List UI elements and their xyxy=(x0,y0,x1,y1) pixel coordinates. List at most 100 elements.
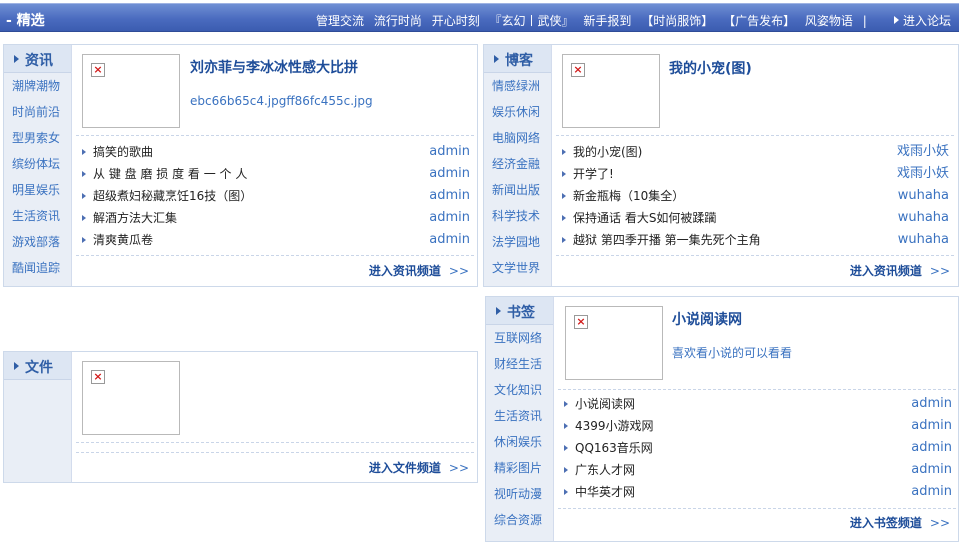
category-link[interactable]: 财经生活 xyxy=(486,351,553,377)
forum-link[interactable]: 【广告发布】 xyxy=(723,14,795,28)
arrow-right-icon xyxy=(893,16,899,24)
category-link[interactable]: 文化知识 xyxy=(486,377,553,403)
list-item[interactable]: 解酒方法大汇集 admin xyxy=(82,207,470,229)
item-author[interactable]: 戏雨小妖 xyxy=(897,163,949,185)
forum-link[interactable]: 『玄幻丨武侠』 xyxy=(490,14,574,28)
blog-sidebar: 博客 情感绿洲 娱乐休闲 电脑网络 经济金融 新闻出版 科学技术 法学园地 文学… xyxy=(484,45,552,286)
item-author[interactable]: admin xyxy=(429,207,470,229)
category-link[interactable]: 科学技术 xyxy=(484,203,551,229)
item-author[interactable]: 戏雨小妖 xyxy=(897,141,949,163)
category-link[interactable]: 酷闻追踪 xyxy=(4,255,71,281)
category-link[interactable]: 经济金融 xyxy=(484,151,551,177)
list-item[interactable]: 小说阅读网 admin xyxy=(564,393,952,415)
category-link[interactable]: 综合资源 xyxy=(486,507,553,533)
arrow-right-icon xyxy=(496,307,501,315)
bookmarks-heading-label: 书签 xyxy=(507,305,535,321)
list-item[interactable]: 4399小游戏网 admin xyxy=(564,415,952,437)
category-link[interactable]: 情感绿洲 xyxy=(484,73,551,99)
enter-forum-link[interactable]: 进入论坛 xyxy=(893,12,951,29)
more-link[interactable]: 进入文件频道 >> xyxy=(369,459,469,476)
headline-link[interactable]: 我的小宠(图) xyxy=(669,58,752,78)
category-link[interactable]: 互联网络 xyxy=(486,325,553,351)
list-item[interactable]: 超级煮妇秘藏烹饪16技（图） admin xyxy=(82,185,470,207)
list-item[interactable]: 搞笑的歌曲 admin xyxy=(82,141,470,163)
news-panel: 资讯 潮牌潮物 时尚前沿 型男索女 缤纷体坛 明星娱乐 生活资讯 游戏部落 酷闻… xyxy=(3,44,478,287)
more-arrow: >> xyxy=(929,264,950,278)
file-thumbnail[interactable]: × xyxy=(82,361,180,435)
item-author[interactable]: admin xyxy=(429,141,470,163)
more-label: 进入资讯频道 xyxy=(368,264,441,278)
category-link[interactable]: 型男索女 xyxy=(4,125,71,151)
bullet-icon xyxy=(562,237,566,243)
bookmarks-sidebar: 书签 互联网络 财经生活 文化知识 生活资讯 休闲娱乐 精彩图片 视听动漫 综合… xyxy=(486,297,554,541)
forum-links: 管理交流 流行时尚 开心时刻 『玄幻丨武侠』 新手报到 【时尚服饰】 【广告发布… xyxy=(316,12,873,29)
forum-link[interactable]: 新手报到 xyxy=(583,14,631,28)
list-item[interactable]: 我的小宠(图) 戏雨小妖 xyxy=(562,141,949,163)
item-author[interactable]: admin xyxy=(911,481,952,503)
news-sidebar: 资讯 潮牌潮物 时尚前沿 型男索女 缤纷体坛 明星娱乐 生活资讯 游戏部落 酷闻… xyxy=(4,45,72,286)
category-link[interactable]: 缤纷体坛 xyxy=(4,151,71,177)
category-link[interactable]: 视听动漫 xyxy=(486,481,553,507)
list-item[interactable]: 中华英才网 admin xyxy=(564,481,952,503)
category-link[interactable]: 生活资讯 xyxy=(4,203,71,229)
blog-heading: 博客 xyxy=(484,45,551,73)
category-link[interactable]: 时尚前沿 xyxy=(4,99,71,125)
bullet-icon xyxy=(562,171,566,177)
forum-link[interactable]: 流行时尚 xyxy=(374,14,422,28)
forum-link[interactable]: 风姿物语 xyxy=(805,14,853,28)
divider xyxy=(76,452,474,453)
more-link[interactable]: 进入资讯频道 >> xyxy=(369,262,469,279)
category-link[interactable]: 明星娱乐 xyxy=(4,177,71,203)
section-title: - 精选 xyxy=(6,13,45,29)
category-link[interactable]: 法学园地 xyxy=(484,229,551,255)
category-link[interactable]: 生活资讯 xyxy=(486,403,553,429)
headline-thumbnail[interactable]: × xyxy=(562,54,660,128)
item-author[interactable]: admin xyxy=(911,437,952,459)
headline-link[interactable]: 刘亦菲与李冰冰性感大比拼 xyxy=(190,57,358,77)
more-arrow: >> xyxy=(448,461,469,475)
item-author[interactable]: wuhaha xyxy=(898,207,949,229)
headline-thumbnail[interactable]: × xyxy=(565,306,663,380)
item-author[interactable]: admin xyxy=(429,229,470,251)
item-author[interactable]: admin xyxy=(911,459,952,481)
item-title: 4399小游戏网 xyxy=(575,419,654,433)
arrow-right-icon xyxy=(494,55,499,63)
category-link[interactable]: 文学世界 xyxy=(484,255,551,281)
item-author[interactable]: admin xyxy=(429,163,470,185)
category-link[interactable]: 精彩图片 xyxy=(486,455,553,481)
list-item[interactable]: 越狱 第四季开播 第一集先死个主角 wuhaha xyxy=(562,229,949,251)
divider xyxy=(76,442,474,443)
category-link[interactable]: 电脑网络 xyxy=(484,125,551,151)
category-link[interactable]: 娱乐休闲 xyxy=(484,99,551,125)
more-link[interactable]: 进入书签频道 >> xyxy=(850,514,950,531)
category-link[interactable]: 游戏部落 xyxy=(4,229,71,255)
headline-link[interactable]: 小说阅读网 xyxy=(672,309,742,329)
item-author[interactable]: admin xyxy=(911,393,952,415)
item-title: 新金瓶梅（10集全） xyxy=(573,189,685,203)
forum-link[interactable]: 管理交流 xyxy=(316,14,364,28)
headline-thumbnail[interactable]: × xyxy=(82,54,180,128)
list-item[interactable]: 保持通话 看大S如何被蹂躏 wuhaha xyxy=(562,207,949,229)
item-title: 清爽黄瓜卷 xyxy=(93,233,154,247)
bullet-icon xyxy=(562,149,566,155)
item-author[interactable]: admin xyxy=(429,185,470,207)
category-link[interactable]: 潮牌潮物 xyxy=(4,73,71,99)
bullet-icon xyxy=(564,467,568,473)
category-link[interactable]: 新闻出版 xyxy=(484,177,551,203)
divider xyxy=(558,508,956,509)
item-author[interactable]: wuhaha xyxy=(898,229,949,251)
list-item[interactable]: 从 键 盘 磨 损 度 看 一 个 人 admin xyxy=(82,163,470,185)
list-item[interactable]: QQ163音乐网 admin xyxy=(564,437,952,459)
more-link[interactable]: 进入资讯频道 >> xyxy=(850,262,950,279)
item-author[interactable]: admin xyxy=(911,415,952,437)
arrow-right-icon xyxy=(14,362,19,370)
forum-link[interactable]: 【时尚服饰】 xyxy=(641,14,713,28)
item-title: 搞笑的歌曲 xyxy=(93,145,154,159)
list-item[interactable]: 新金瓶梅（10集全） wuhaha xyxy=(562,185,949,207)
list-item[interactable]: 清爽黄瓜卷 admin xyxy=(82,229,470,251)
item-author[interactable]: wuhaha xyxy=(898,185,949,207)
list-item[interactable]: 开学了! 戏雨小妖 xyxy=(562,163,949,185)
list-item[interactable]: 广东人才网 admin xyxy=(564,459,952,481)
forum-link[interactable]: 开心时刻 xyxy=(432,14,480,28)
category-link[interactable]: 休闲娱乐 xyxy=(486,429,553,455)
